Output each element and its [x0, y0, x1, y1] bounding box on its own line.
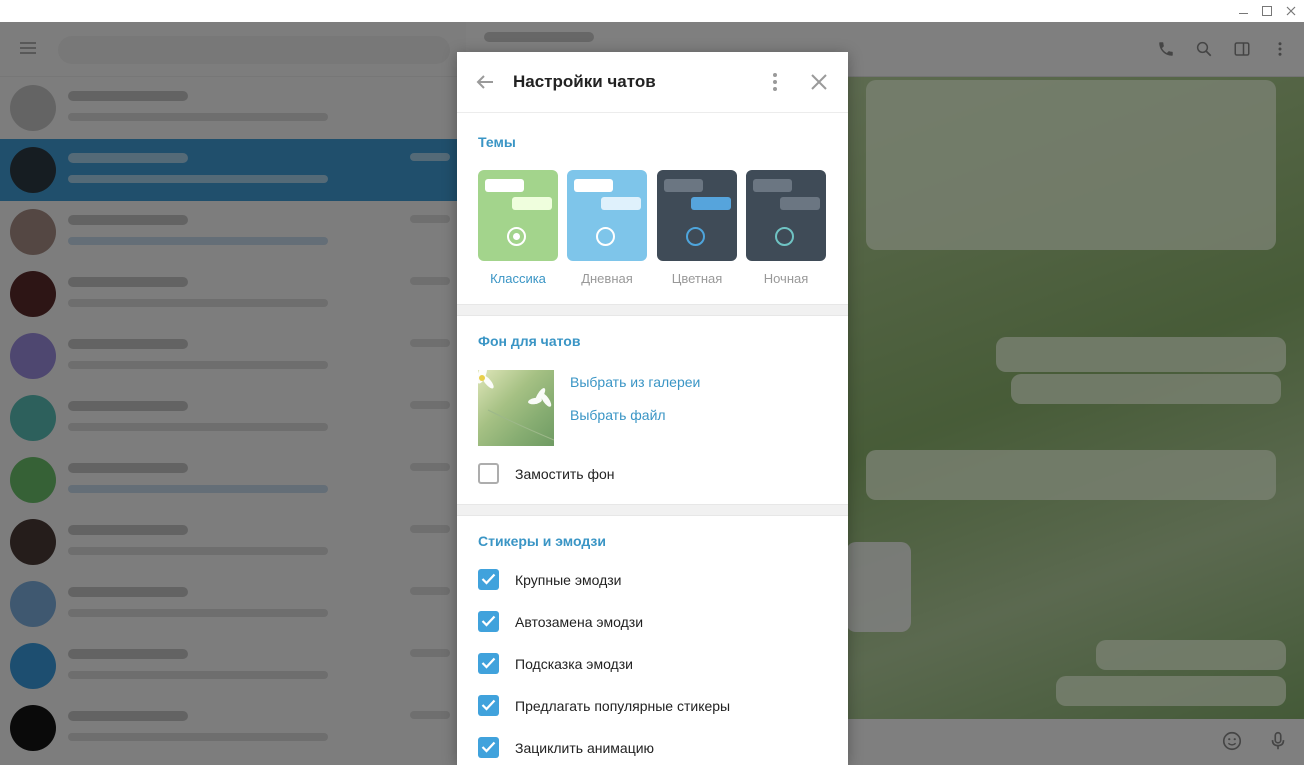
theme-preview-bubble	[512, 197, 552, 210]
section-divider	[457, 304, 848, 316]
theme-preview-bubble	[780, 197, 820, 210]
emoji-autoreplace-label[interactable]: Автозамена эмодзи	[515, 614, 643, 630]
radio-button[interactable]	[596, 227, 615, 246]
loop-animation-checkbox[interactable]	[478, 737, 499, 758]
checkmark-icon	[481, 699, 496, 711]
checkmark-icon	[481, 741, 496, 753]
theme-label-classic[interactable]: Классика	[478, 271, 558, 286]
suggest-popular-stickers-label[interactable]: Предлагать популярные стикеры	[515, 698, 730, 714]
choose-file-link[interactable]: Выбрать файл	[570, 407, 666, 423]
large-emoji-checkbox[interactable]	[478, 569, 499, 590]
theme-card-classic[interactable]	[478, 170, 558, 261]
large-emoji-label[interactable]: Крупные эмодзи	[515, 572, 622, 588]
theme-preview-bubble	[753, 179, 792, 192]
theme-preview-bubble	[664, 179, 703, 192]
theme-preview-bubble	[485, 179, 524, 192]
loop-animation-label[interactable]: Зациклить анимацию	[515, 740, 654, 756]
emoji-suggestions-label[interactable]: Подсказка эмодзи	[515, 656, 633, 672]
chat-background-section-title: Фон для чатов	[478, 333, 581, 349]
minimize-icon[interactable]	[1230, 0, 1256, 22]
radio-button[interactable]	[775, 227, 794, 246]
tile-background-checkbox[interactable]	[478, 463, 499, 484]
theme-preview-bubble	[601, 197, 641, 210]
dialog-header: Настройки чатов	[457, 52, 848, 113]
theme-label-night[interactable]: Ночная	[746, 271, 826, 286]
radio-button[interactable]	[686, 227, 705, 246]
checkmark-icon	[481, 657, 496, 669]
chat-settings-dialog: Настройки чатов Темы Классика Дневная Цв…	[457, 52, 848, 765]
section-divider	[457, 504, 848, 516]
theme-card-color[interactable]	[657, 170, 737, 261]
close-icon[interactable]	[807, 70, 831, 94]
window-titlebar	[0, 0, 1304, 22]
theme-card-night[interactable]	[746, 170, 826, 261]
emoji-suggestions-checkbox[interactable]	[478, 653, 499, 674]
arrow-left-icon[interactable]	[473, 70, 497, 94]
emoji-autoreplace-checkbox[interactable]	[478, 611, 499, 632]
dialog-title: Настройки чатов	[513, 72, 656, 91]
checkmark-icon	[481, 573, 496, 585]
radio-selected-dot	[513, 233, 520, 240]
theme-label-day[interactable]: Дневная	[567, 271, 647, 286]
theme-card-day[interactable]	[567, 170, 647, 261]
more-vertical-icon[interactable]	[763, 70, 787, 94]
choose-from-gallery-link[interactable]: Выбрать из галереи	[570, 374, 700, 390]
close-icon[interactable]	[1278, 0, 1304, 22]
theme-preview-bubble	[691, 197, 731, 210]
suggest-popular-stickers-checkbox[interactable]	[478, 695, 499, 716]
themes-section-title: Темы	[478, 134, 516, 150]
checkmark-icon	[481, 615, 496, 627]
stickers-section-title: Стикеры и эмодзи	[478, 533, 606, 549]
tile-background-label[interactable]: Замостить фон	[515, 466, 615, 482]
theme-preview-bubble	[574, 179, 613, 192]
radio-button[interactable]	[507, 227, 526, 246]
chat-background-thumbnail[interactable]	[478, 370, 554, 446]
theme-label-color[interactable]: Цветная	[657, 271, 737, 286]
maximize-icon[interactable]	[1254, 0, 1280, 22]
